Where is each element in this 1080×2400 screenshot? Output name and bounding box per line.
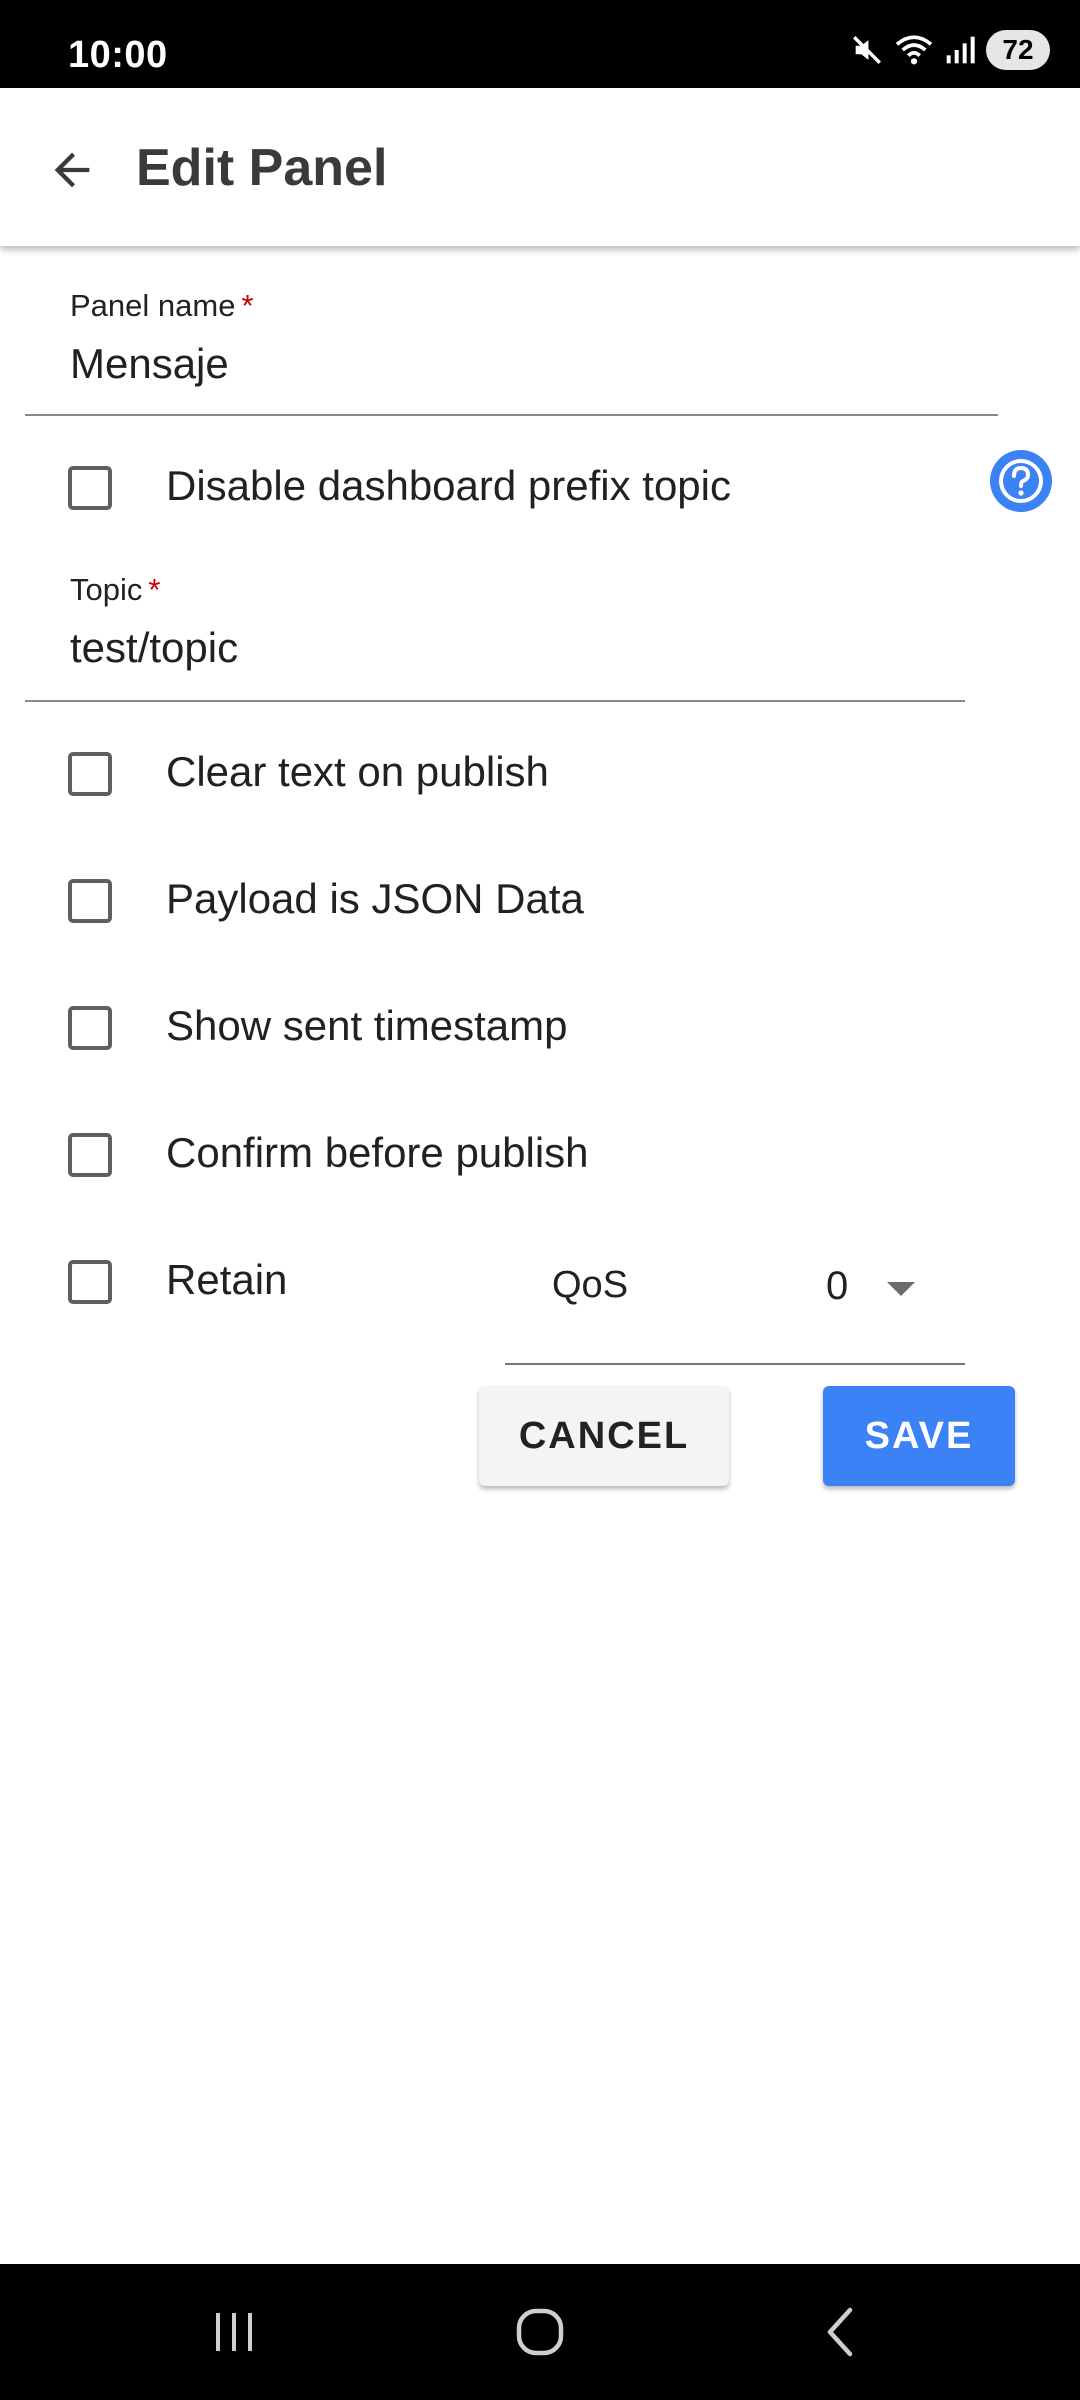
cancel-button[interactable]: CANCEL [479, 1386, 729, 1486]
status-bar: 10:00 72 [0, 0, 1080, 88]
battery-icon: 72 [986, 30, 1050, 70]
option-clear-text[interactable]: Clear text on publish [68, 744, 549, 804]
payload-json-label: Payload is JSON Data [166, 875, 584, 922]
status-time: 10:00 [68, 34, 168, 76]
panel-name-input[interactable]: Mensaje [70, 340, 229, 388]
disable-prefix-checkbox[interactable] [68, 466, 112, 510]
retain-label: Retain [166, 1256, 288, 1303]
nav-back-button[interactable] [780, 2264, 900, 2400]
app-bar: Edit Panel [0, 88, 1080, 246]
page-title: Edit Panel [136, 139, 388, 197]
qos-underline [505, 1363, 965, 1365]
clear-text-label: Clear text on publish [166, 748, 549, 795]
chevron-down-icon[interactable] [887, 1282, 915, 1303]
show-timestamp-label: Show sent timestamp [166, 1002, 568, 1049]
nav-bar [0, 2264, 1080, 2400]
payload-json-checkbox[interactable] [68, 879, 112, 923]
qos-value[interactable]: 0 [826, 1264, 848, 1309]
panel-name-underline [25, 414, 998, 416]
mute-icon [850, 33, 884, 67]
clear-text-checkbox[interactable] [68, 752, 112, 796]
home-icon [516, 2308, 564, 2356]
topic-label: Topic * [70, 572, 161, 607]
back-button[interactable] [40, 138, 104, 202]
disable-prefix-label: Disable dashboard prefix topic [166, 462, 731, 509]
retain-checkbox[interactable] [68, 1260, 112, 1304]
topic-underline [25, 700, 965, 702]
recent-apps-icon [216, 2313, 252, 2351]
option-show-timestamp[interactable]: Show sent timestamp [68, 998, 568, 1058]
arrow-back-icon [54, 152, 90, 188]
panel-name-label: Panel name * [70, 288, 254, 323]
topic-input[interactable]: test/topic [70, 624, 238, 672]
help-icon[interactable] [990, 450, 1052, 512]
save-button[interactable]: SAVE [823, 1386, 1015, 1486]
show-timestamp-checkbox[interactable] [68, 1006, 112, 1050]
status-icons: 72 [850, 30, 1050, 70]
required-mark: * [241, 288, 254, 323]
back-icon [827, 2307, 853, 2357]
home-button[interactable] [480, 2264, 600, 2400]
option-retain[interactable]: Retain [68, 1252, 287, 1312]
confirm-publish-checkbox[interactable] [68, 1133, 112, 1177]
option-payload-json[interactable]: Payload is JSON Data [68, 871, 584, 931]
signal-icon [944, 33, 976, 67]
confirm-publish-label: Confirm before publish [166, 1129, 589, 1176]
qos-select[interactable] [505, 1240, 965, 1366]
required-mark: * [148, 572, 161, 607]
recent-apps-button[interactable] [174, 2264, 294, 2400]
disable-prefix-row[interactable]: Disable dashboard prefix topic [68, 458, 731, 518]
wifi-icon [894, 33, 934, 67]
option-confirm-publish[interactable]: Confirm before publish [68, 1125, 589, 1185]
